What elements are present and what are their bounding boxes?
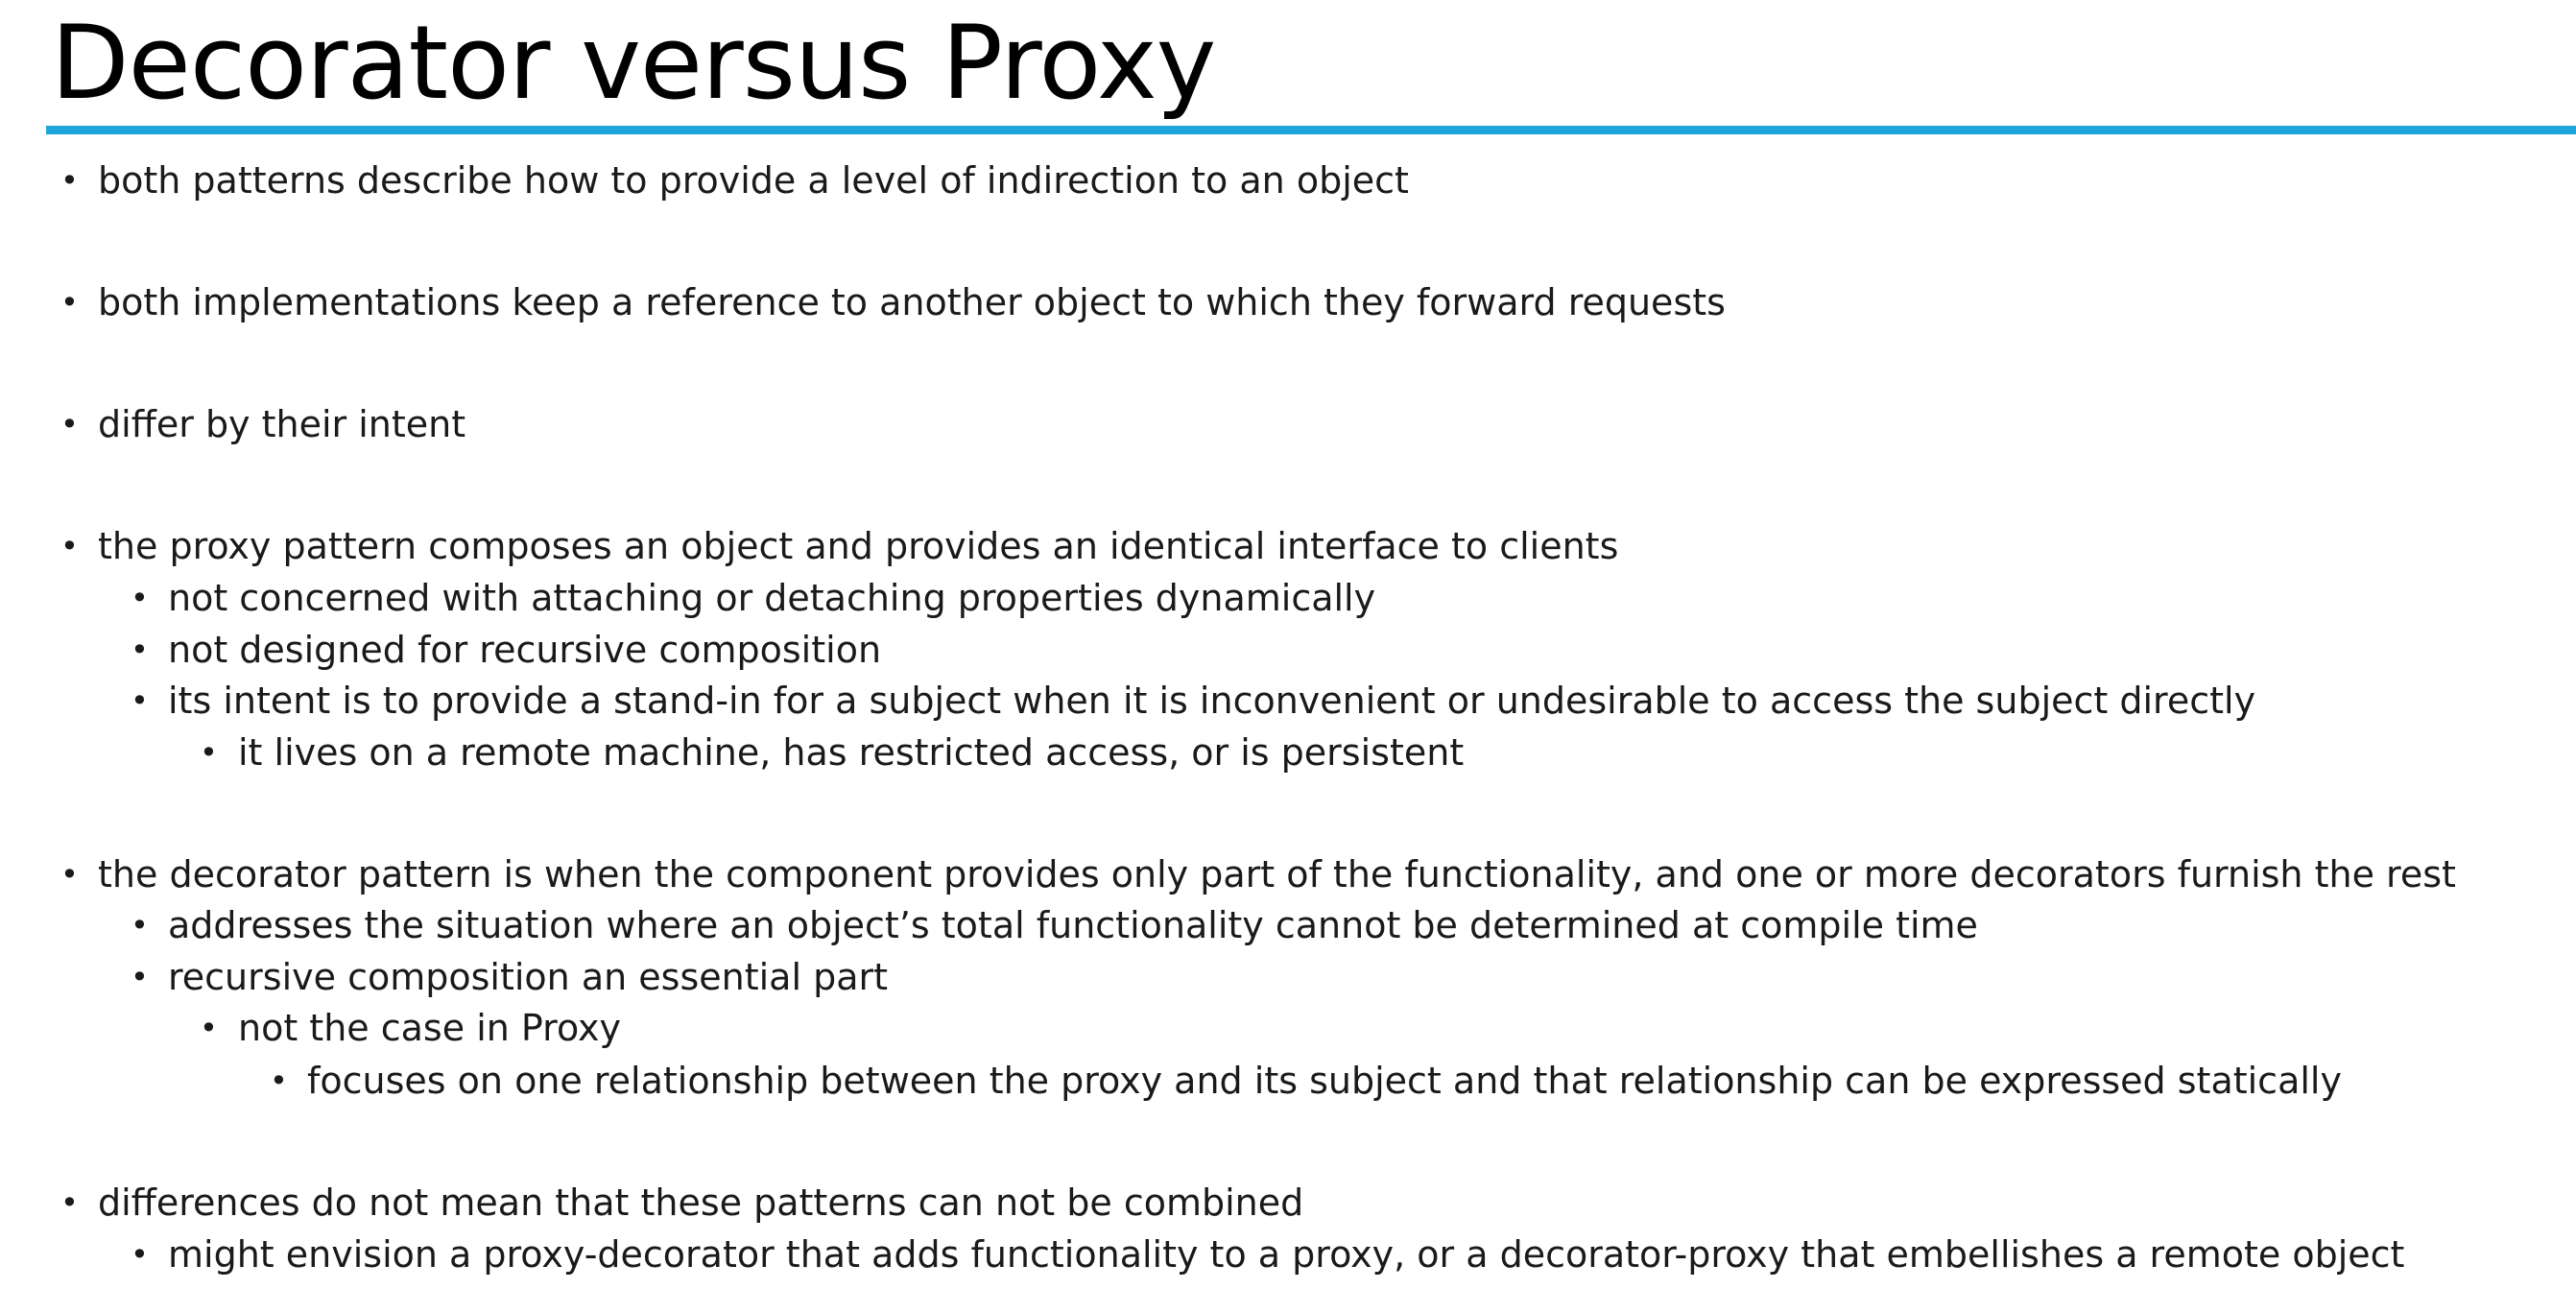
bullet-icon: • <box>131 632 149 668</box>
bullet-text: recursive composition an essential part <box>168 956 889 998</box>
title-underline <box>46 126 2576 134</box>
bullet-icon: • <box>131 959 149 995</box>
bullet-icon: • <box>60 528 79 564</box>
bullet-icon: • <box>200 734 218 771</box>
bullet-text: not concerned with attaching or detachin… <box>168 577 1376 619</box>
bullet-text: focuses on one relationship between the … <box>307 1060 2342 1102</box>
bullet-text: addresses the situation where an object’… <box>168 904 1978 946</box>
bullet-icon: • <box>270 1062 288 1099</box>
bullet-icon: • <box>131 580 149 616</box>
bullet-icon: • <box>200 1010 218 1046</box>
bullet-text: not designed for recursive composition <box>168 629 882 671</box>
bullet-text: the decorator pattern is when the compon… <box>98 853 2456 895</box>
slide-title: Decorator versus Proxy <box>51 4 1216 122</box>
bullet-text: both implementations keep a reference to… <box>98 281 1726 323</box>
bullet-icon: • <box>131 682 149 719</box>
bullet-icon: • <box>60 1184 79 1221</box>
bullet-icon: • <box>60 856 79 893</box>
bullet-icon: • <box>131 1236 149 1273</box>
bullet-text: might envision a proxy-decorator that ad… <box>168 1233 2405 1276</box>
bullet-icon: • <box>60 162 79 199</box>
bullet-text: the proxy pattern composes an object and… <box>98 525 1619 567</box>
bullet-icon: • <box>60 406 79 442</box>
bullet-text: both patterns describe how to provide a … <box>98 159 1409 202</box>
bullet-text: differ by their intent <box>98 403 466 445</box>
bullet-icon: • <box>60 284 79 321</box>
bullet-text: not the case in Proxy <box>238 1007 621 1049</box>
bullet-text: its intent is to provide a stand-in for … <box>168 680 2256 722</box>
slide: Decorator versus Proxy • both patterns d… <box>0 0 2576 1313</box>
bullet-icon: • <box>131 907 149 943</box>
bullet-text: it lives on a remote machine, has restri… <box>238 731 1465 774</box>
bullet-text: differences do not mean that these patte… <box>98 1182 1304 1224</box>
